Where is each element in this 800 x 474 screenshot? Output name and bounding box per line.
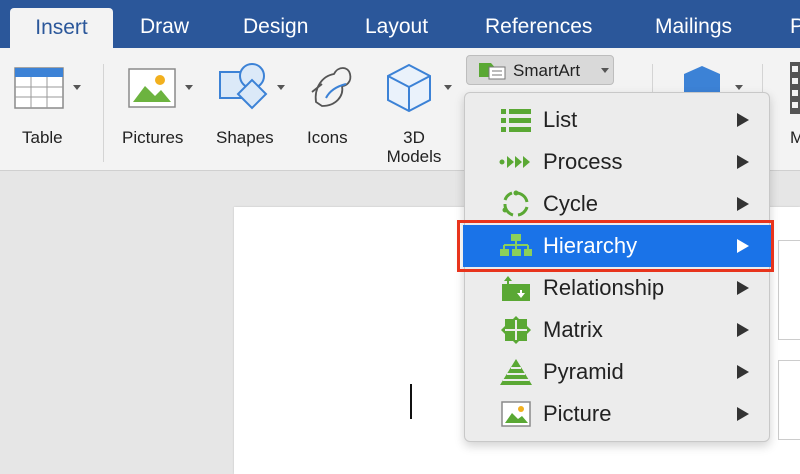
menu-item-cycle[interactable]: Cycle bbox=[465, 183, 769, 225]
list-icon bbox=[501, 109, 531, 132]
menu-item-label: Process bbox=[543, 149, 623, 174]
ribbon-separator bbox=[103, 64, 104, 162]
pyramid-icon bbox=[500, 359, 532, 385]
pictures-dropdown-caret[interactable] bbox=[185, 85, 193, 90]
menu-item-label: Pyramid bbox=[543, 359, 624, 384]
menu-item-list[interactable]: List bbox=[465, 99, 769, 141]
cycle-icon bbox=[502, 190, 529, 217]
shapes-icon bbox=[219, 63, 268, 110]
menu-item-process[interactable]: Process bbox=[465, 141, 769, 183]
pictures-label: Pictures bbox=[122, 128, 184, 147]
picture-icon bbox=[501, 401, 531, 427]
shapes-dropdown-caret[interactable] bbox=[277, 85, 285, 90]
tab-p[interactable]: P bbox=[790, 0, 800, 48]
tab-insert[interactable]: Insert bbox=[10, 8, 113, 48]
icons-label: Icons bbox=[307, 128, 348, 147]
menu-item-label: Matrix bbox=[543, 317, 603, 342]
relationship-icon bbox=[502, 276, 530, 301]
menu-item-label: List bbox=[543, 107, 578, 132]
smartart-icon bbox=[479, 63, 506, 80]
tab-layout[interactable]: Layout bbox=[365, 0, 428, 48]
submenu-arrow-icon bbox=[737, 407, 749, 421]
3d-models-label-line2: Models bbox=[386, 147, 442, 166]
menu-item-label: Relationship bbox=[543, 275, 665, 300]
submenu-arrow-icon bbox=[737, 239, 749, 253]
3d-cube-icon bbox=[387, 63, 431, 113]
menu-item-label: Hierarchy bbox=[543, 233, 638, 258]
menu-item-picture[interactable]: Picture bbox=[465, 393, 769, 435]
submenu-arrow-icon bbox=[737, 155, 749, 169]
table-icon bbox=[14, 67, 64, 109]
shapes-label: Shapes bbox=[216, 128, 274, 147]
submenu-arrow-icon bbox=[737, 323, 749, 337]
smartart-label: SmartArt bbox=[513, 61, 581, 80]
menu-item-label: Cycle bbox=[543, 191, 599, 216]
smartart-button[interactable]: SmartArt bbox=[466, 55, 614, 85]
process-icon bbox=[499, 156, 530, 168]
side-panel bbox=[778, 360, 800, 440]
tab-mailings[interactable]: Mailings bbox=[655, 0, 732, 48]
tab-references[interactable]: References bbox=[485, 0, 592, 48]
matrix-icon bbox=[501, 316, 531, 344]
table-dropdown-caret[interactable] bbox=[73, 85, 81, 90]
menu-item-matrix[interactable]: Matrix bbox=[465, 309, 769, 351]
ribbon-tab-bar: Insert Draw Design Layout References Mai… bbox=[0, 0, 800, 48]
submenu-arrow-icon bbox=[737, 197, 749, 211]
menu-item-relationship[interactable]: Relationship bbox=[465, 267, 769, 309]
3d-models-dropdown-caret[interactable] bbox=[444, 85, 452, 90]
menu-item-pyramid[interactable]: Pyramid bbox=[465, 351, 769, 393]
icons-icon bbox=[311, 67, 352, 107]
menu-item-label: Picture bbox=[543, 401, 612, 426]
text-cursor bbox=[410, 384, 412, 419]
tab-draw[interactable]: Draw bbox=[140, 0, 189, 48]
submenu-arrow-icon bbox=[737, 113, 749, 127]
3d-models-label: 3D Models bbox=[383, 128, 445, 166]
menu-item-hierarchy[interactable]: Hierarchy bbox=[463, 225, 771, 267]
side-panel bbox=[778, 240, 800, 340]
tab-design[interactable]: Design bbox=[243, 0, 308, 48]
dropdown-caret[interactable] bbox=[735, 85, 743, 90]
smartart-menu: List Process Cycle Hierarchy Relationshi… bbox=[463, 92, 771, 442]
hierarchy-icon bbox=[500, 234, 532, 256]
ribbon-item-label: M bbox=[790, 128, 800, 147]
3d-models-label-line1: 3D bbox=[403, 128, 425, 147]
submenu-arrow-icon bbox=[737, 281, 749, 295]
submenu-arrow-icon bbox=[737, 365, 749, 379]
smartart-dropdown-caret bbox=[601, 68, 609, 73]
pictures-icon bbox=[128, 68, 176, 108]
table-label: Table bbox=[22, 128, 63, 147]
media-icon bbox=[790, 62, 800, 114]
